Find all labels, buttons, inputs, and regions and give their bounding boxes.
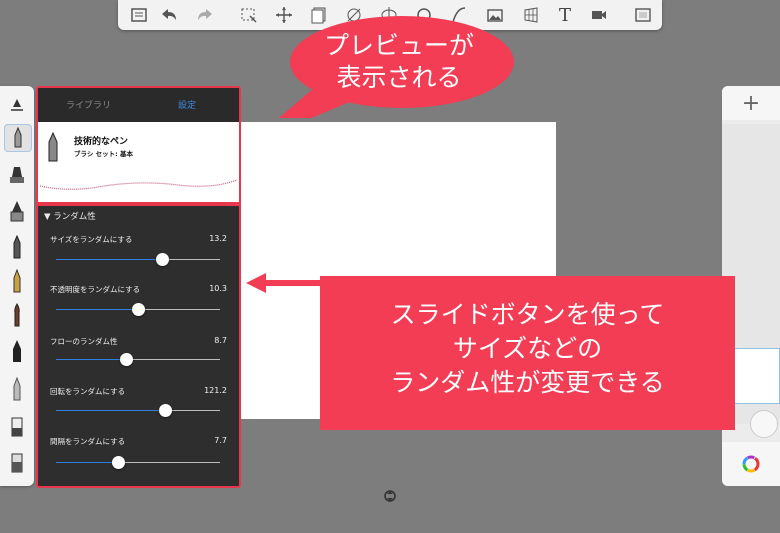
callout-arrow <box>246 273 324 293</box>
slider-value: 7.7 <box>214 436 227 445</box>
fullscreen-icon[interactable] <box>632 4 654 26</box>
note-line: スライドボタンを使って <box>390 300 665 329</box>
spacing-random-slider[interactable] <box>56 456 220 469</box>
slider-thumb[interactable] <box>120 353 134 366</box>
slider-value: 10.3 <box>209 284 227 293</box>
opacity-random-slider[interactable] <box>56 303 220 316</box>
color-wheel-icon <box>742 455 760 473</box>
canvas-reset-icon[interactable] <box>384 490 396 502</box>
flow-random-slider[interactable] <box>56 353 220 366</box>
bubble-line: プレビューが <box>323 31 474 60</box>
tab-settings[interactable]: 設定 <box>178 98 196 111</box>
size-random-slider[interactable] <box>56 253 220 266</box>
collapse-arrow-icon: ▼ <box>44 212 51 222</box>
panel-tab-bar: ライブラリ 設定 <box>38 88 239 122</box>
slider-thumb[interactable] <box>131 303 145 316</box>
color-swatch[interactable] <box>750 410 778 438</box>
preview-callout-text: プレビューが 表示される <box>262 30 516 94</box>
selection-icon[interactable] <box>238 4 260 26</box>
video-icon[interactable] <box>588 4 610 26</box>
panel-divider <box>38 202 239 206</box>
note-line: サイズなどの <box>452 334 603 363</box>
add-layer-button[interactable]: + <box>722 86 780 120</box>
text-icon[interactable]: T <box>554 4 576 26</box>
ink-pen-brush-icon[interactable] <box>4 268 30 294</box>
technical-pen-preview-icon <box>48 132 58 162</box>
undo-icon[interactable] <box>158 4 180 26</box>
slider-thumb[interactable] <box>159 404 173 417</box>
stroke-preview <box>39 179 238 190</box>
brush-preview: 技術的なペン ブラシ セット: 基本 <box>38 122 239 202</box>
slider-label: サイズをランダムにする <box>50 235 133 244</box>
randomness-section-header[interactable]: ▼ ランダム性 <box>44 210 96 222</box>
bubble-line: 表示される <box>336 63 462 92</box>
slider-callout-box: スライドボタンを使って サイズなどの ランダム性が変更できる <box>320 276 735 430</box>
rotation-random-slider[interactable] <box>56 404 220 417</box>
slider-thumb[interactable] <box>111 456 125 469</box>
slider-value: 8.7 <box>214 336 227 345</box>
slider-thumb[interactable] <box>156 253 170 266</box>
brush-library-column <box>0 86 34 486</box>
brush-fill-icon[interactable] <box>4 92 30 118</box>
eraser-brush-icon[interactable] <box>4 414 30 440</box>
hard-eraser-brush-icon[interactable] <box>4 450 30 476</box>
layer-thumbnail[interactable] <box>732 348 780 404</box>
airbrush-brush-icon[interactable] <box>4 198 30 224</box>
perspective-icon[interactable] <box>520 4 542 26</box>
pencil-brush-icon[interactable] <box>4 234 30 260</box>
slider-label: フローのランダム性 <box>50 337 118 346</box>
list-icon[interactable] <box>128 4 150 26</box>
redo-icon[interactable] <box>194 4 216 26</box>
brush-pen-brush-icon[interactable] <box>4 338 30 364</box>
section-title: ランダム性 <box>53 212 96 222</box>
technical-pen-brush-icon[interactable] <box>4 124 32 152</box>
brush-name: 技術的なペン <box>74 137 129 147</box>
slider-value: 13.2 <box>209 234 227 243</box>
note-line: ランダム性が変更できる <box>390 368 665 397</box>
brush-set: ブラシ セット: 基本 <box>74 150 133 158</box>
brush-settings-panel: ライブラリ 設定 技術的なペン ブラシ セット: 基本 ▼ ランダム性 サイズを… <box>36 86 241 488</box>
slider-label: 回転をランダムにする <box>50 387 126 396</box>
slider-label: 不透明度をランダムにする <box>50 285 141 294</box>
paintbrush-brush-icon[interactable] <box>4 302 30 328</box>
slider-label: 間隔をランダムにする <box>50 437 126 446</box>
color-wheel-button[interactable] <box>722 442 780 486</box>
marker-brush-icon[interactable] <box>4 162 30 188</box>
slider-value: 121.2 <box>204 386 227 395</box>
smudge-brush-icon[interactable] <box>4 376 30 402</box>
tab-library[interactable]: ライブラリ <box>66 98 111 111</box>
